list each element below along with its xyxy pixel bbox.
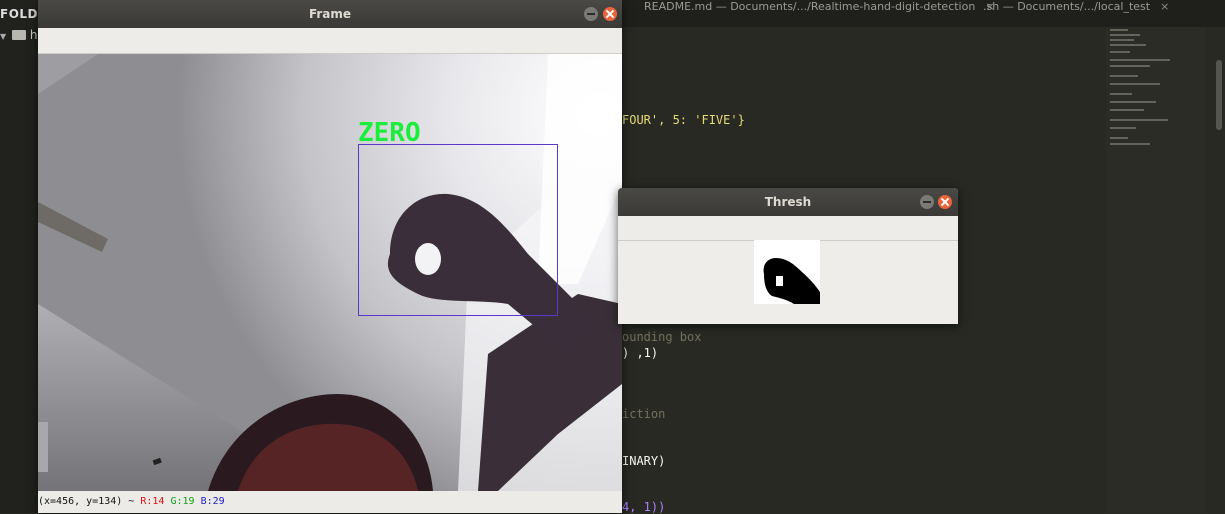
chevron-down-icon: ▼ (0, 32, 7, 41)
tab-label: .sh — Documents/.../local_test (983, 0, 1151, 13)
tab-script[interactable]: .sh — Documents/.../local_test × (983, 0, 1169, 27)
close-icon[interactable] (938, 195, 952, 209)
pixel-green-value: G:19 (170, 496, 195, 507)
minimize-icon[interactable] (584, 7, 598, 21)
close-icon[interactable]: × (1160, 0, 1169, 13)
code-line: ) ,1) (622, 346, 659, 360)
camera-feed: ZERO (38, 54, 622, 491)
folder-label: h (29, 28, 38, 42)
minimap-content (1110, 29, 1170, 145)
code-line: ounding box (622, 330, 702, 344)
frame-window: Frame ZERO (x=456, y=134) ~ R:14 G:19 B:… (38, 0, 622, 513)
threshold-mask (754, 240, 820, 304)
tab-label: README.md — Documents/.../Realtime-hand-… (644, 0, 976, 13)
window-title: Frame (308, 7, 352, 21)
frame-statusbar: (x=456, y=134) ~ R:14 G:19 B:29 (38, 491, 622, 513)
editor-sidebar (0, 0, 38, 513)
code-line: INARY) (622, 454, 666, 468)
code-line: FOUR', 5: 'FIVE'} (622, 113, 745, 127)
cursor-coords: (x=456, y=134) ~ (38, 496, 135, 507)
tab-readme[interactable]: README.md — Documents/.../Realtime-hand-… (644, 0, 995, 27)
frame-titlebar[interactable]: Frame (38, 0, 622, 28)
detection-bounding-box (358, 144, 558, 316)
editor-minimap[interactable] (1106, 27, 1206, 513)
minimize-icon[interactable] (920, 195, 934, 209)
pixel-blue-value: B:29 (200, 496, 225, 507)
thresh-toolbar (618, 216, 958, 241)
thresh-window: Thresh (618, 188, 958, 324)
thresh-titlebar[interactable]: Thresh (618, 188, 958, 216)
window-title: Thresh (764, 195, 812, 209)
sidebar-title: FOLD (0, 7, 39, 21)
folder-icon (11, 30, 26, 40)
threshold-image (754, 240, 820, 304)
close-icon[interactable] (603, 7, 617, 21)
code-line: iction (622, 407, 666, 421)
frame-toolbar (38, 28, 622, 54)
prediction-label: ZERO (358, 118, 421, 148)
code-line: 4, 1)) (622, 500, 666, 514)
pixel-red-value: R:14 (140, 496, 165, 507)
sidebar-folder-item[interactable]: ▼ h (0, 28, 37, 42)
editor-scrollbar[interactable] (1216, 60, 1222, 130)
